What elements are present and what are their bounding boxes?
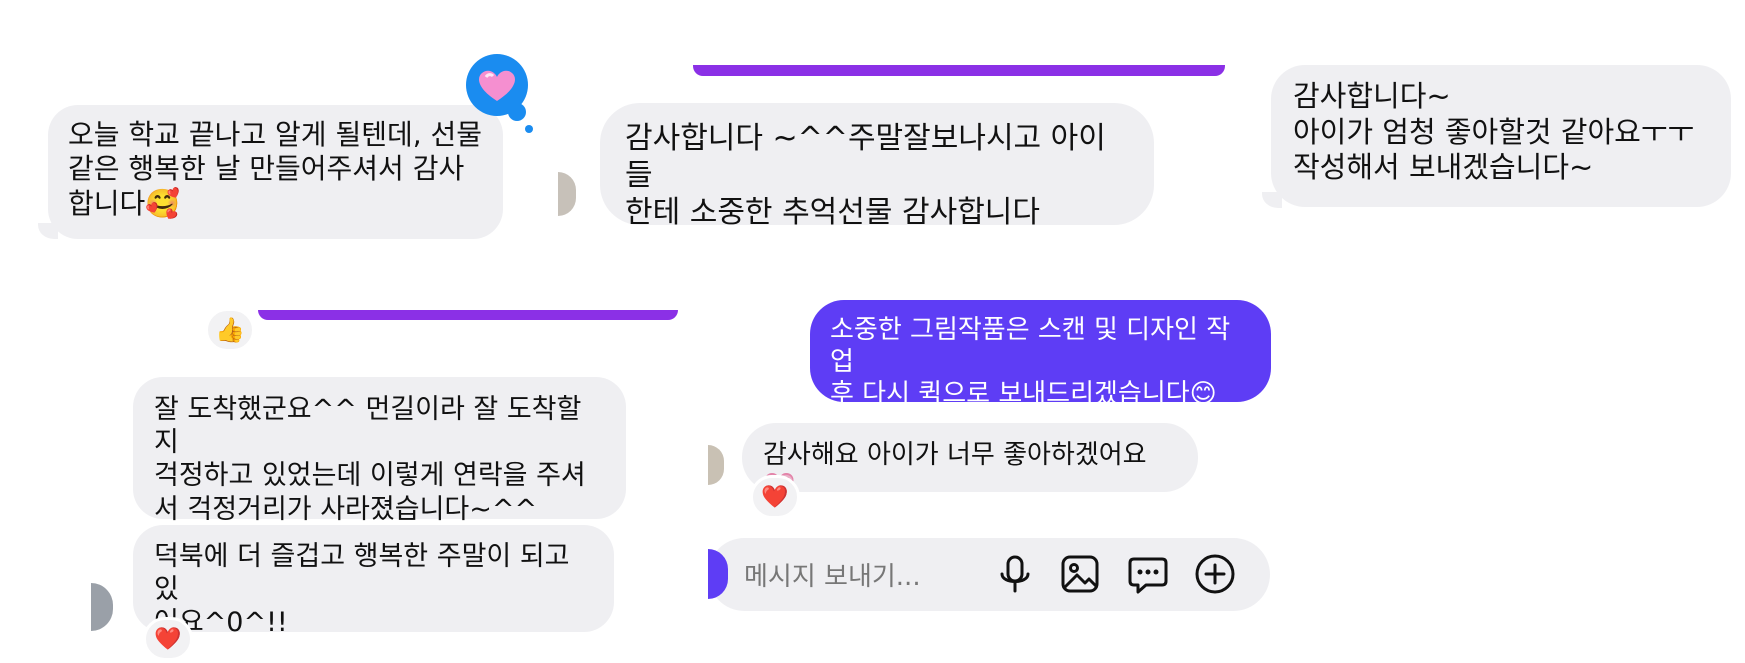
- message-text-3: 감사합니다~ 아이가 엄청 좋아할것 같아요ㅜㅜ 작성해서 보내겠습니다~: [1293, 79, 1695, 185]
- divider-bar: [258, 310, 678, 320]
- heart-reaction[interactable]: ❤️: [750, 475, 800, 519]
- message-bubble-7[interactable]: 감사해요 아이가 너무 좋아하겠어요💗: [742, 423, 1198, 502]
- message-text-1: 오늘 학교 끝나고 알게 될텐데, 선물 같은 행복한 날 만들어주셔서 감사 …: [68, 118, 483, 220]
- message-text-7: 감사해요 아이가 너무 좋아하겠어요💗: [763, 440, 1147, 502]
- divider-bar: [693, 65, 1225, 76]
- heart-icon: ❤️: [761, 484, 789, 510]
- message-bubble-2[interactable]: 감사합니다 ~^^주말잘보나시고 아이들 한테 소중한 추억선물 감사합니다: [600, 103, 1154, 230]
- message-text-2: 감사합니다 ~^^주말잘보나시고 아이들 한테 소중한 추억선물 감사합니다: [625, 121, 1106, 230]
- message-bubble-3[interactable]: 감사합니다~ 아이가 엄청 좋아할것 같아요ㅜㅜ 작성해서 보내겠습니다~: [1271, 65, 1731, 207]
- message-bubble-1[interactable]: 오늘 학교 끝나고 알게 될텐데, 선물 같은 행복한 날 만들어주셔서 감사 …: [48, 105, 503, 239]
- thumbs-up-icon: 👍: [215, 316, 245, 344]
- pink-heart-note-icon[interactable]: [462, 52, 537, 134]
- message-text-6: 소중한 그림작품은 스캔 및 디자인 작업 후 다시 퀵으로 보내드리겠습니다😊: [830, 315, 1231, 409]
- message-bubble-6[interactable]: 소중한 그림작품은 스캔 및 디자인 작업 후 다시 퀵으로 보내드리겠습니다😊: [810, 300, 1271, 409]
- message-text-4: 잘 도착했군요^^ 먼길이라 잘 도착할지 걱정하고 있었는데 이렇게 연락을 …: [154, 394, 586, 525]
- heart-reaction[interactable]: ❤️: [143, 617, 193, 661]
- avatar[interactable]: [708, 445, 724, 485]
- message-bubble-5[interactable]: 덕북에 더 즐겁고 행복한 주말이 되고있 어요^0^!!: [133, 525, 614, 638]
- heart-icon: ❤️: [154, 626, 182, 652]
- sticker-icon[interactable]: [1126, 552, 1170, 596]
- microphone-icon[interactable]: [993, 552, 1037, 596]
- image-icon[interactable]: [1058, 552, 1102, 596]
- plus-circle-icon[interactable]: [1193, 552, 1237, 596]
- avatar[interactable]: [91, 583, 113, 631]
- message-input[interactable]: 메시지 보내기...: [744, 556, 921, 593]
- thumbs-up-reaction[interactable]: 👍: [205, 308, 255, 352]
- message-bubble-4[interactable]: 잘 도착했군요^^ 먼길이라 잘 도착할지 걱정하고 있었는데 이렇게 연락을 …: [133, 377, 626, 525]
- avatar[interactable]: [558, 172, 576, 216]
- message-text-5: 덕북에 더 즐겁고 행복한 주말이 되고있 어요^0^!!: [154, 541, 570, 639]
